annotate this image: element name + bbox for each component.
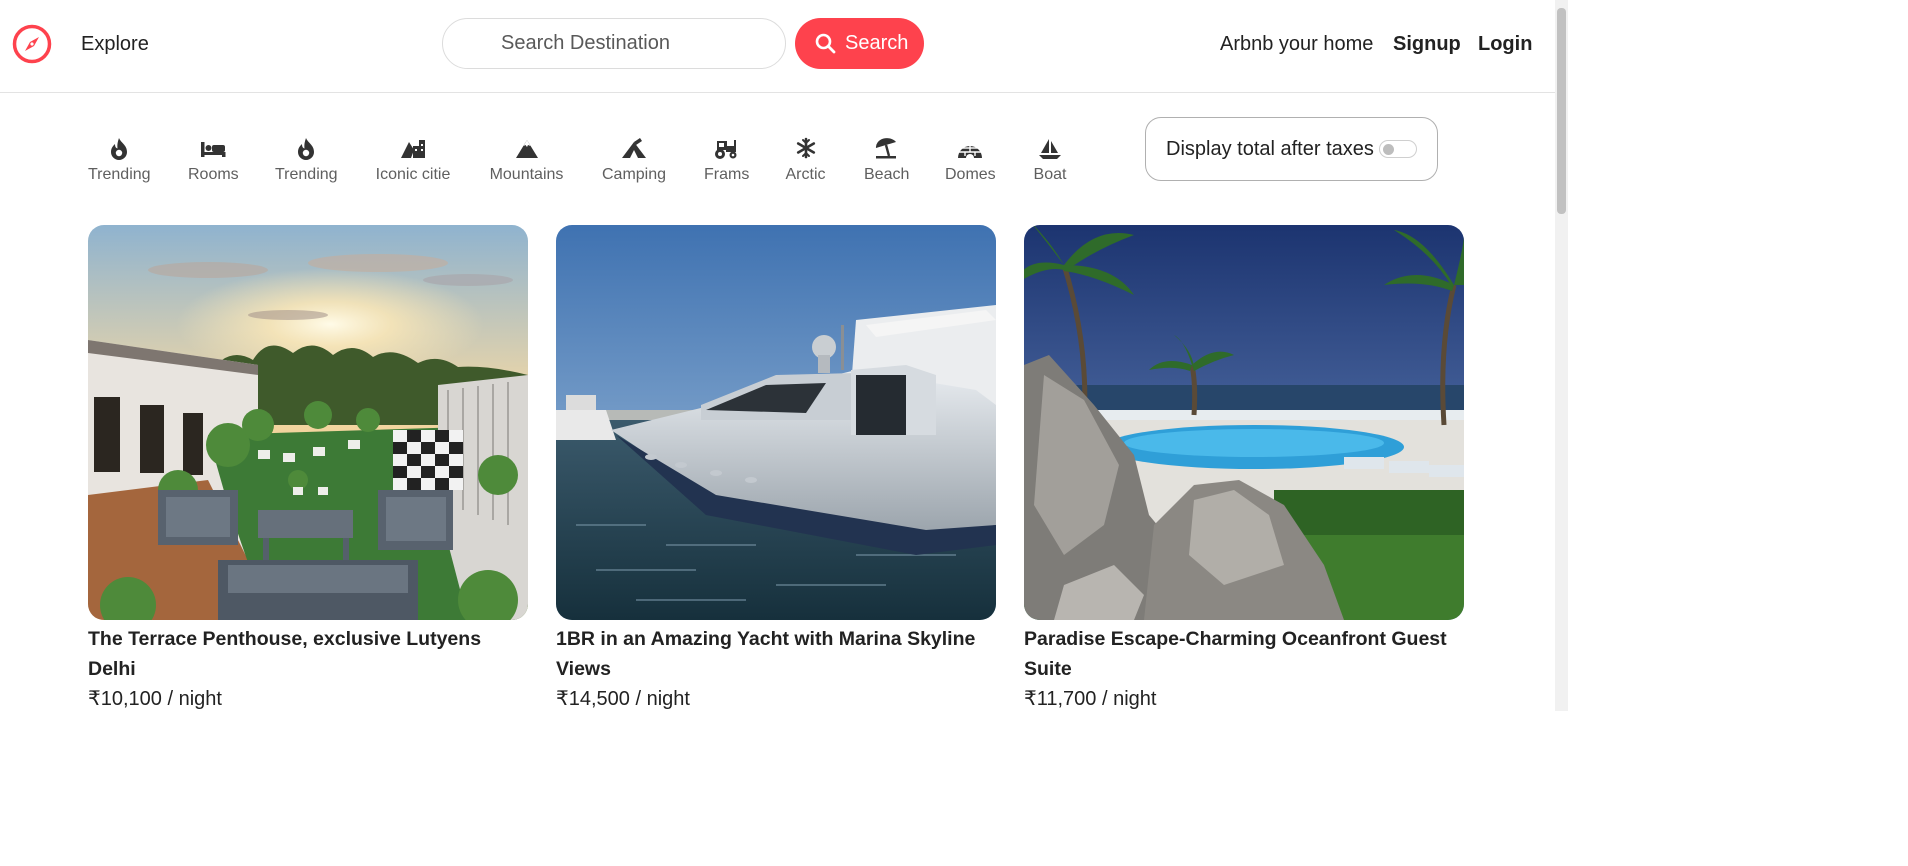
bed-icon [201,142,226,157]
search-icon [815,33,836,54]
filter-farms[interactable]: Frams [704,136,750,184]
search-button[interactable]: Search [795,18,924,69]
snowflake-icon [796,137,815,159]
yacht-marina-image [556,225,996,620]
filter-beach[interactable]: Beach [864,136,910,184]
fire-icon [298,138,314,160]
toggle-knob [1383,144,1394,155]
navbar: Explore Search Arbnb your home Signup Lo… [0,0,1555,93]
filter-label: Boat [1033,166,1067,183]
search-input[interactable] [442,18,786,69]
filter-label: Domes [945,166,996,183]
mountain-city-icon [401,140,425,158]
listing-image[interactable] [88,225,528,620]
filter-iconic-cities[interactable]: Iconic citie [375,136,451,184]
rooftop-terrace-image [88,225,528,620]
listing-card[interactable]: 1BR in an Amazing Yacht with Marina Skyl… [556,225,996,714]
nav-host-link[interactable]: Arbnb your home [1220,33,1373,56]
filter-boat[interactable]: Boat [1033,136,1067,184]
filter-label: Trending [275,166,338,183]
listing-card[interactable]: Paradise Escape-Charming Oceanfront Gues… [1024,225,1464,714]
fire-icon [111,138,127,160]
scrollbar-thumb[interactable] [1557,8,1566,214]
tax-toggle-box: Display total after taxes [1145,117,1438,181]
nav-login-link[interactable]: Login [1478,33,1532,56]
filter-mountains[interactable]: Mountains [489,136,564,184]
sailboat-icon [1039,139,1061,159]
tax-toggle-switch[interactable] [1379,140,1417,158]
filter-label: Beach [864,166,910,183]
filter-label: Frams [704,166,750,183]
page-scrollbar[interactable] [1555,0,1568,711]
nav-signup-link[interactable]: Signup [1393,33,1461,56]
filter-label: Mountains [489,166,564,183]
mountain-icon [515,140,538,158]
filter-label: Camping [602,166,667,183]
igloo-icon [958,146,982,158]
filter-label: Arctic [785,166,826,183]
compass-icon[interactable] [12,24,52,64]
filter-label: Trending [88,166,151,183]
filter-label: Iconic citie [375,166,451,183]
listing-title[interactable]: The Terrace Penthouse, exclusive Lutyens… [88,624,528,684]
tax-toggle-label: Display total after taxes [1166,137,1374,160]
nav-explore-link[interactable]: Explore [81,33,149,56]
tractor-icon [714,140,736,159]
search-button-label: Search [845,32,909,54]
listing-price: ₹14,500 / night [556,688,690,710]
filter-camping[interactable]: Camping [602,136,666,184]
listing-price: ₹10,100 / night [88,688,222,710]
filter-rooms[interactable]: Rooms [188,136,239,184]
listing-price: ₹11,700 / night [1024,688,1157,710]
listing-title[interactable]: Paradise Escape-Charming Oceanfront Gues… [1024,624,1464,684]
oceanfront-pool-image [1024,225,1464,620]
listing-image[interactable] [556,225,996,620]
listing-image[interactable] [1024,225,1464,620]
listing-card[interactable]: The Terrace Penthouse, exclusive Lutyens… [88,225,528,714]
filter-domes[interactable]: Domes [945,136,996,184]
filter-trending[interactable]: Trending [88,136,151,184]
umbrella-beach-icon [875,138,896,159]
listing-title[interactable]: 1BR in an Amazing Yacht with Marina Skyl… [556,624,996,684]
filter-trending[interactable]: Trending [275,136,338,184]
campground-icon [622,138,646,158]
filter-label: Rooms [188,166,239,183]
filter-arctic[interactable]: Arctic [785,136,826,184]
